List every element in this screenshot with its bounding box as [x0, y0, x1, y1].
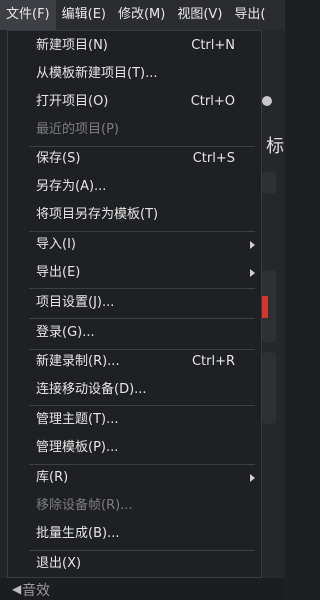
menu-item-open-project[interactable]: 打开项目(O) Ctrl+O	[8, 88, 261, 116]
background-bottom-label: 音效	[22, 583, 50, 599]
menu-item-shortcut: Ctrl+N	[191, 38, 235, 53]
menu-item-batch-produce[interactable]: 批量生成(B)...	[8, 520, 261, 548]
submenu-arrow-icon	[250, 241, 255, 249]
background-title-fragment: 标	[266, 136, 284, 157]
menu-item-save-as[interactable]: 另存为(A)...	[8, 173, 261, 201]
menu-item-import[interactable]: 导入(I)	[8, 231, 261, 259]
menu-item-label: 新建录制(R)...	[36, 354, 120, 369]
menu-item-label: 导入(I)	[36, 237, 76, 252]
menu-edit[interactable]: 编辑(E)	[56, 0, 112, 30]
menu-item-label: 导出(E)	[36, 265, 81, 280]
menu-item-label: 打开项目(O)	[36, 94, 109, 109]
menu-item-label: 退出(X)	[36, 556, 82, 571]
menu-item-shortcut: Ctrl+R	[191, 354, 235, 369]
menu-item-label: 项目设置(J)...	[36, 295, 115, 310]
menu-item-new-from-template[interactable]: 从模板新建项目(T)...	[8, 60, 261, 88]
menu-item-recent-projects: 最近的项目(P)	[8, 116, 261, 144]
menu-item-sign-in[interactable]: 登录(G)...	[8, 319, 261, 347]
menu-item-label: 管理主题(T)...	[36, 412, 119, 427]
menu-item-exit[interactable]: 退出(X)	[8, 550, 261, 578]
submenu-arrow-icon	[250, 269, 255, 277]
background-tab	[262, 172, 276, 194]
menu-item-label: 登录(G)...	[36, 325, 95, 340]
background-card-2	[262, 352, 276, 424]
menu-item-remove-device-frame: 移除设备帧(R)...	[8, 492, 261, 520]
menu-item-new-recording[interactable]: 新建录制(R)... Ctrl+R	[8, 348, 261, 376]
menu-item-label: 新建项目(N)	[36, 38, 108, 53]
menu-item-label: 最近的项目(P)	[36, 122, 119, 137]
menu-item-new-project[interactable]: 新建项目(N) Ctrl+N	[8, 32, 261, 60]
menu-item-label: 连接移动设备(D)...	[36, 382, 147, 397]
menu-item-save-as-template[interactable]: 将项目另存为模板(T)	[8, 201, 261, 229]
menu-item-connect-mobile[interactable]: 连接移动设备(D)...	[8, 376, 261, 404]
menu-item-label: 保存(S)	[36, 151, 81, 166]
background-red-marker	[262, 296, 268, 318]
menu-view[interactable]: 视图(V)	[171, 0, 228, 30]
menu-item-export[interactable]: 导出(E)	[8, 259, 261, 287]
background-knob-icon	[262, 96, 272, 106]
submenu-arrow-icon	[250, 474, 255, 482]
menu-item-project-settings[interactable]: 项目设置(J)...	[8, 289, 261, 317]
menu-item-save[interactable]: 保存(S) Ctrl+S	[8, 145, 261, 173]
menu-item-library[interactable]: 库(R)	[8, 464, 261, 492]
menu-item-label: 从模板新建项目(T)...	[36, 66, 158, 81]
menu-file[interactable]: 文件(F)	[0, 0, 56, 30]
menu-item-manage-themes[interactable]: 管理主题(T)...	[8, 406, 261, 434]
menu-item-shortcut: Ctrl+O	[190, 94, 235, 109]
speaker-icon: ◀	[12, 582, 22, 596]
menu-item-label: 移除设备帧(R)...	[36, 498, 133, 513]
menu-bar: 文件(F) 编辑(E) 修改(M) 视图(V) 导出(	[0, 0, 285, 30]
app-window: 文件(F) 编辑(E) 修改(M) 视图(V) 导出( 标 ◀ 音效 新建项目(…	[0, 0, 285, 600]
menu-item-label: 批量生成(B)...	[36, 526, 120, 541]
menu-item-shortcut: Ctrl+S	[192, 151, 235, 166]
menu-modify[interactable]: 修改(M)	[112, 0, 171, 30]
menu-item-label: 管理模板(P)...	[36, 440, 119, 455]
menu-item-label: 另存为(A)...	[36, 179, 107, 194]
menu-item-label: 库(R)	[36, 470, 69, 485]
file-menu-dropdown: 新建项目(N) Ctrl+N 从模板新建项目(T)... 打开项目(O) Ctr…	[7, 30, 262, 578]
menu-export[interactable]: 导出(	[228, 0, 271, 30]
menu-item-label: 将项目另存为模板(T)	[36, 207, 159, 222]
menu-item-manage-templates[interactable]: 管理模板(P)...	[8, 434, 261, 462]
